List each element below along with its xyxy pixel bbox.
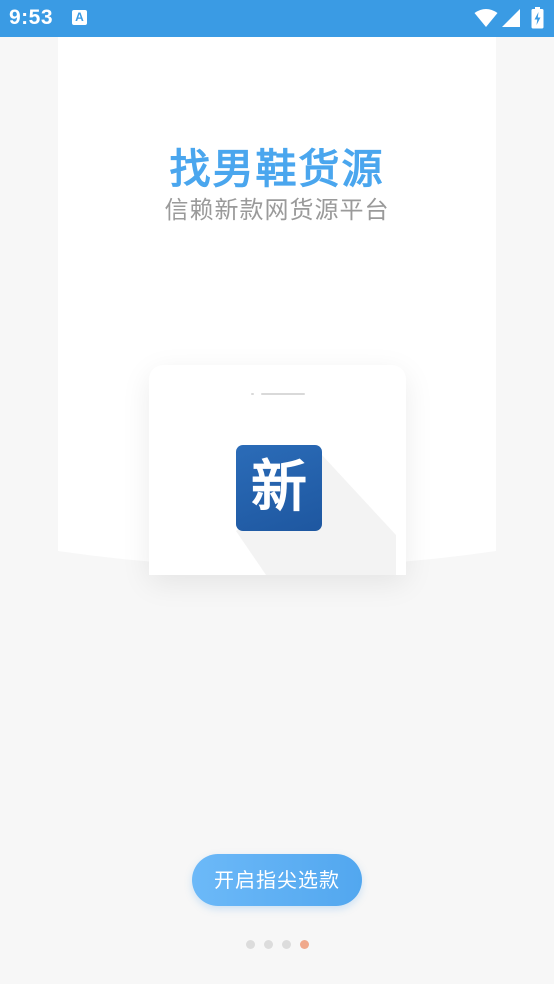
status-time: 9:53: [9, 6, 54, 29]
status-bar: 9:53 A: [0, 0, 554, 37]
notification-icon: A: [72, 10, 87, 25]
page-dot: [282, 940, 291, 949]
intro-card: 找男鞋货源 信赖新款网货源平台 新: [58, 37, 496, 577]
signal-icon: [502, 9, 520, 27]
phone-speaker: [261, 393, 305, 395]
app-icon: 新: [236, 445, 322, 531]
page-indicator: [246, 940, 309, 950]
battery-charging-icon: [531, 7, 544, 29]
phone-illustration: 新: [149, 365, 406, 575]
onboarding-screen: 9:53 A 找男鞋货源 信赖新款网货源平台 新 开启指尖选款: [0, 0, 554, 984]
page-dot: [264, 940, 273, 949]
phone-camera: [251, 393, 254, 395]
start-selecting-button[interactable]: 开启指尖选款: [192, 854, 362, 906]
wifi-icon: [474, 9, 498, 27]
subheadline: 信赖新款网货源平台: [164, 196, 390, 224]
page-dot-active: [300, 940, 309, 949]
page-dot: [246, 940, 255, 949]
headline: 找男鞋货源: [169, 145, 385, 193]
